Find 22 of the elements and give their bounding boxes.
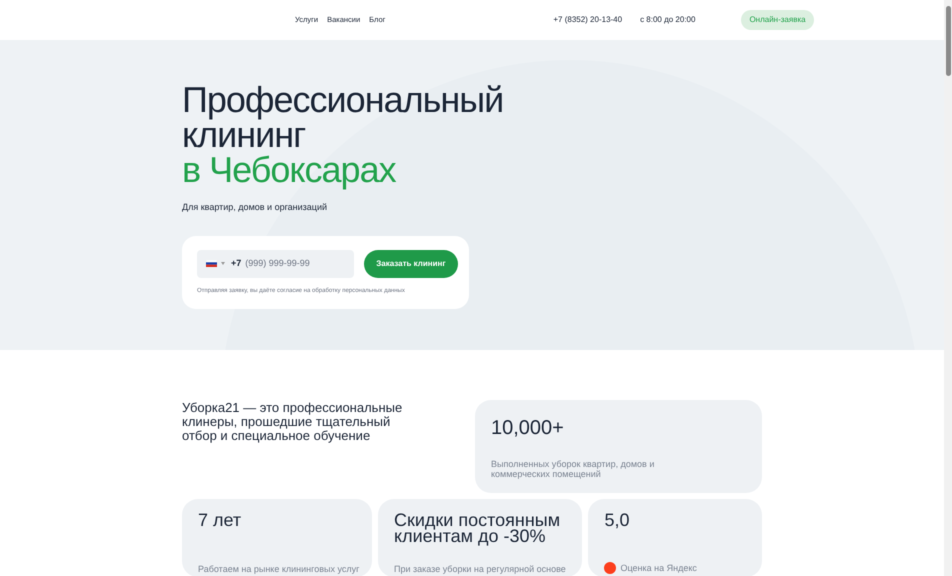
stat-caption: Работаем на рынке клининговых услуг	[198, 564, 360, 574]
phone-field[interactable]: +7 (999) 999-99-99	[197, 250, 354, 278]
about-text: Уборка21 — это профессиональные клинеры, прошедшие тщательный отбор и специальное обучение	[182, 401, 404, 445]
stat-value: Скидки постоянным клиентам до -30%	[394, 512, 562, 544]
scrollbar[interactable]	[944, 0, 952, 576]
working-hours: с 8:00 до 20:00	[640, 14, 696, 26]
phone-number[interactable]: +7 (8352) 20-13-40	[553, 14, 622, 26]
stat-caption: Выполненных уборок квартир, домов и коммерческих помещений	[491, 459, 656, 479]
hero-title-accent: в Чебоксарах	[182, 152, 397, 187]
stat-value: 5,0	[604, 512, 630, 528]
dropdown-caret-icon[interactable]	[221, 262, 225, 265]
hero-title-line: Профессиональный	[182, 82, 504, 117]
phone-input[interactable]: (999) 999-99-99	[245, 256, 346, 270]
stat-caption: При заказе уборки на регулярной основе	[394, 564, 566, 574]
stat-value: 10,000+	[491, 416, 565, 441]
order-cleaning-button[interactable]: Заказать клининг	[364, 250, 458, 278]
stat-caption: Оценка на Яндекс	[620, 563, 697, 573]
hero-subtitle: Для квартир, домов и организаций	[182, 201, 328, 214]
country-code: +7	[231, 256, 242, 270]
stat-value: 7 лет	[198, 512, 242, 528]
russia-flag-icon	[206, 260, 217, 267]
rating-logo-icon	[604, 562, 616, 574]
